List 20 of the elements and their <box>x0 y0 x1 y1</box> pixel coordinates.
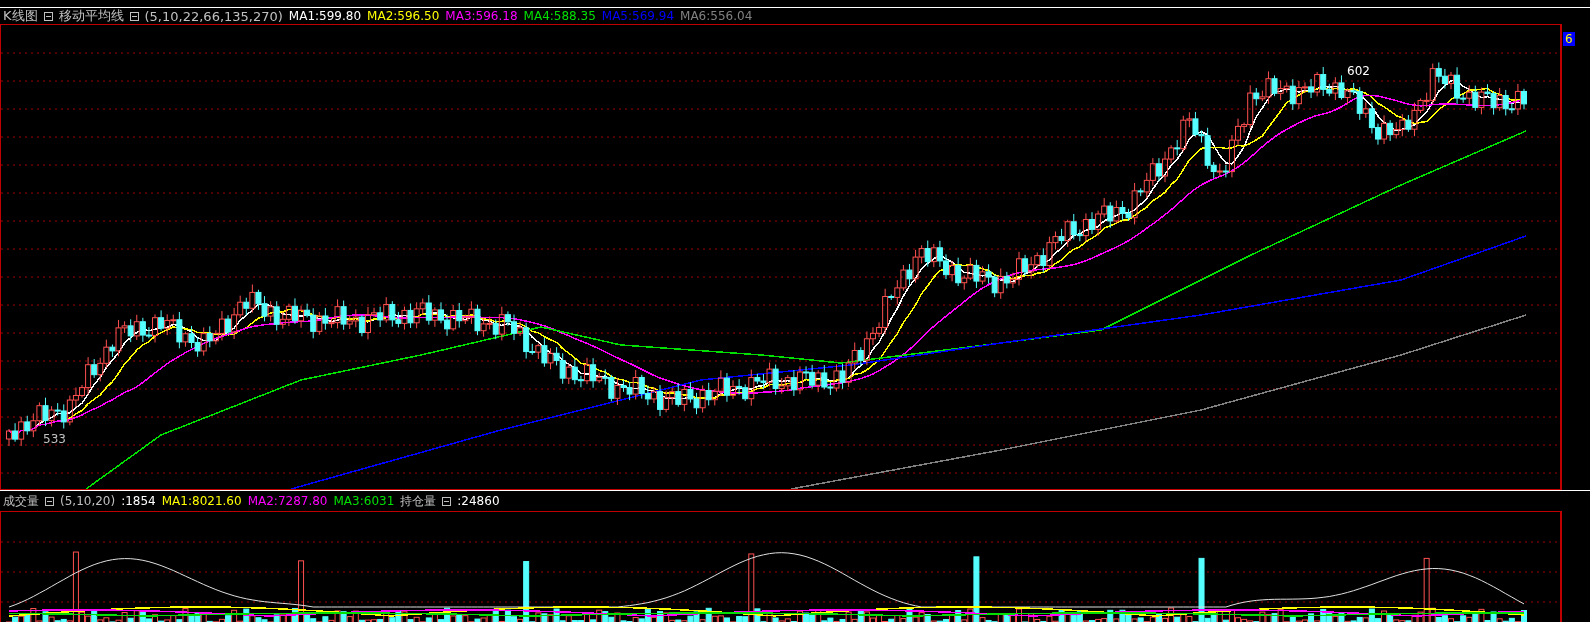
volume-params: (5,10,20) <box>60 494 116 508</box>
indicator-params: (5,10,22,66,135,270) <box>144 8 283 24</box>
volume-title: 成交量 <box>3 492 39 510</box>
ma-value: MA6:556.04 <box>680 9 753 23</box>
volume-value: :1854 <box>121 494 156 508</box>
ma-value: MA3:596.18 <box>445 9 518 23</box>
ma-value: MA4:588.35 <box>523 9 596 23</box>
ma-value: MA5:569.94 <box>601 9 675 23</box>
volume-ma-value: MA3:6031 <box>333 494 395 508</box>
price-label: 602 <box>1347 64 1370 78</box>
open-interest-value: :24860 <box>457 494 500 508</box>
ma-value: MA2:596.50 <box>367 9 440 23</box>
volume-ma-value: MA1:8021.60 <box>161 494 242 508</box>
price-tag: 6 <box>1563 32 1575 46</box>
open-interest-label: 持仓量 <box>400 492 437 510</box>
indicator-name: 移动平均线 <box>58 7 124 25</box>
volume-ma-value: MA2:7287.80 <box>247 494 328 508</box>
ma-value: MA1:599.80 <box>288 9 362 23</box>
chart-title: K线图 <box>3 7 38 25</box>
price-label: 533 <box>43 432 66 446</box>
